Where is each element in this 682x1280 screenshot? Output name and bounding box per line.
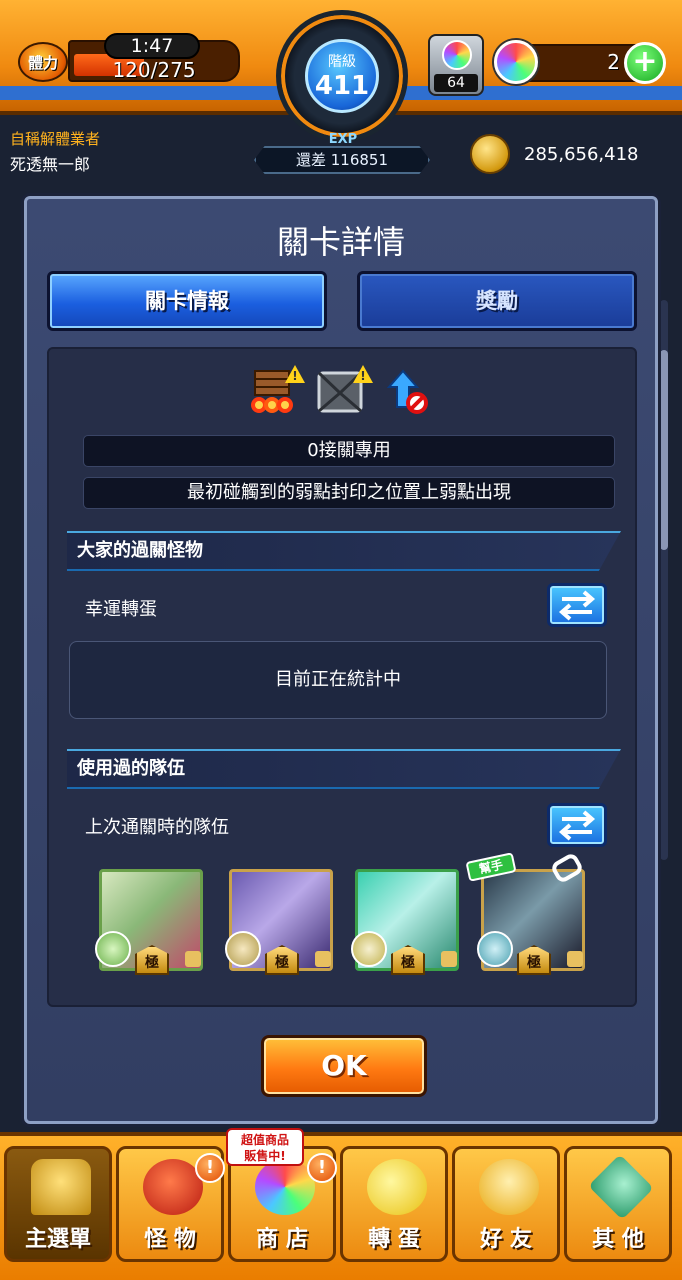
- shop-tag-line: 超值商品: [240, 1133, 289, 1147]
- swap-arrows-icon: [558, 590, 596, 621]
- coin-count: 285,656,418: [524, 144, 639, 165]
- rank-badge[interactable]: 階級 411: [276, 10, 408, 142]
- stamina-icon: 體力: [18, 42, 68, 82]
- orb-icon: [255, 1159, 315, 1215]
- lock-icon: [185, 951, 201, 967]
- orb-box-button[interactable]: 64: [428, 34, 484, 96]
- lock-icon: [441, 951, 457, 967]
- section-used-team-header: 使用過的隊伍: [67, 749, 621, 789]
- rank-value: 411: [314, 71, 370, 101]
- stamina-count: 120/275: [112, 58, 196, 82]
- stamina-timer: 1:47: [104, 33, 200, 59]
- last-team: 極 極 極 極 幫手: [95, 851, 599, 981]
- exp-remaining: 還差 116851: [254, 146, 430, 174]
- add-orb-button[interactable]: +: [624, 42, 666, 84]
- team-monster-card[interactable]: 極: [225, 865, 333, 977]
- player-title: 自稱解體業者: [10, 130, 101, 148]
- orb-icon: [494, 40, 538, 84]
- question-icon: [588, 1154, 654, 1220]
- statistics-status: 目前正在統計中: [69, 641, 607, 719]
- lock-icon: [315, 951, 331, 967]
- orb-icon: [442, 40, 472, 70]
- gate-icon: [31, 1159, 91, 1215]
- dialog-title: 關卡詳情: [276, 223, 405, 261]
- egg-icon: [367, 1159, 427, 1215]
- shop-tag-line: 販售中!: [244, 1149, 286, 1163]
- alert-badge-icon: !: [307, 1153, 337, 1183]
- nav-label: 其 他: [592, 1227, 644, 1252]
- orb-box-count: 64: [434, 74, 478, 92]
- nav-gacha[interactable]: 轉 蛋: [340, 1146, 448, 1262]
- swap-arrows-icon: [558, 810, 596, 841]
- no-speedup-icon: [383, 367, 433, 417]
- nav-main-menu[interactable]: 主選單: [4, 1146, 112, 1262]
- rank-label: 階級: [328, 54, 356, 70]
- nav-friends[interactable]: 好 友: [452, 1146, 560, 1262]
- tab-stage-info[interactable]: 關卡情報: [47, 271, 327, 331]
- team-monster-card[interactable]: 極: [95, 865, 203, 977]
- orb-count: 2: [607, 50, 620, 74]
- tab-rewards[interactable]: 獎勵: [357, 271, 637, 331]
- nav-label: 主選單: [24, 1227, 91, 1252]
- dragon-icon: [143, 1159, 203, 1215]
- element-orb-icon: [477, 931, 513, 967]
- swap-button[interactable]: [547, 803, 607, 847]
- nav-label: 怪 物: [144, 1227, 196, 1252]
- nav-label: 商 店: [256, 1227, 308, 1252]
- element-orb-icon: [95, 931, 131, 967]
- last-team-label: 上次通關時的隊伍: [85, 817, 229, 838]
- nav-other[interactable]: 其 他: [564, 1146, 672, 1262]
- element-orb-icon: [225, 931, 261, 967]
- gimmick-icons: ! !: [247, 365, 437, 423]
- rank-orb: 階級 411: [305, 39, 379, 113]
- brick-wall-icon: !: [247, 365, 305, 417]
- team-monster-card[interactable]: 極 幫手: [465, 851, 585, 977]
- stage-detail-dialog: 關卡詳情 關卡情報 獎勵 ! ! 0接關專用 最初碰觸到的弱點封印之位置上弱點出…: [24, 196, 658, 1124]
- lock-icon: [567, 951, 583, 967]
- ok-button[interactable]: OK: [261, 1035, 427, 1097]
- swap-button[interactable]: [547, 583, 607, 627]
- element-orb-icon: [351, 931, 387, 967]
- coin-icon: [470, 134, 510, 174]
- section-clear-monsters-header: 大家的過關怪物: [67, 531, 621, 571]
- stage-rule-line: 最初碰觸到的弱點封印之位置上弱點出現: [83, 477, 615, 509]
- alert-badge-icon: !: [195, 1153, 225, 1183]
- team-monster-card[interactable]: 極: [351, 865, 459, 977]
- player-name: 死透無一郎: [10, 155, 91, 174]
- background-scrollbar[interactable]: [660, 300, 668, 860]
- nav-label: 轉 蛋: [368, 1227, 420, 1252]
- damage-wall-icon: !: [315, 365, 373, 417]
- bottom-nav: 主選單 怪 物 ! 商 店 ! 轉 蛋 好 友 其 他: [0, 1132, 682, 1280]
- nav-label: 好 友: [480, 1227, 532, 1252]
- balloon-icon: [479, 1159, 539, 1215]
- stage-rule-line: 0接關專用: [83, 435, 615, 467]
- scroll-thumb[interactable]: [660, 350, 668, 550]
- exp-label: EXP: [328, 132, 358, 147]
- shop-sale-tag: 超值商品 販售中!: [226, 1128, 304, 1166]
- stage-info-panel: ! ! 0接關專用 最初碰觸到的弱點封印之位置上弱點出現 大家的過關怪物 幸運轉…: [47, 347, 637, 1007]
- gacha-label: 幸運轉蛋: [85, 599, 157, 620]
- nav-monsters[interactable]: 怪 物 !: [116, 1146, 225, 1262]
